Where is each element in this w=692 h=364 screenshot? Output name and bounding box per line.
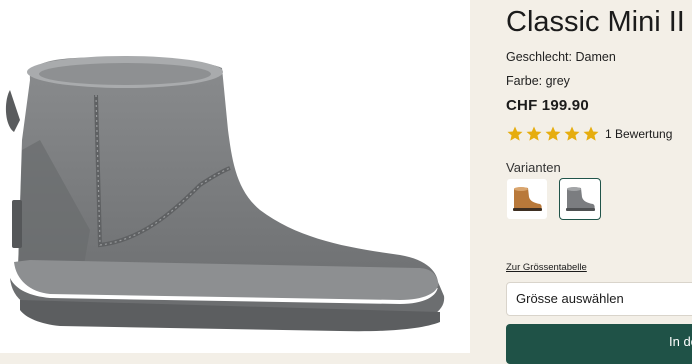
product-info-panel: Classic Mini II Geschlecht: Damen Farbe:… (470, 0, 692, 364)
boot-image (5, 56, 445, 332)
rating-count[interactable]: 1 Bewertung (605, 127, 672, 141)
product-price: CHF 199.90 (506, 97, 589, 114)
star-icon (526, 126, 542, 141)
product-color: Farbe: grey (506, 74, 570, 88)
size-chart-link[interactable]: Zur Grössentabelle (506, 262, 587, 273)
star-icon (564, 126, 580, 141)
rating[interactable]: 1 Bewertung (506, 123, 672, 145)
product-image[interactable] (0, 0, 470, 353)
variant-chestnut[interactable] (506, 178, 548, 220)
star-icon (507, 126, 523, 141)
product-gender: Geschlecht: Damen (506, 50, 616, 64)
star-icon (545, 126, 561, 141)
star-icon (583, 126, 599, 141)
size-select[interactable]: Grösse auswählen (506, 282, 692, 316)
boot-thumbnail-icon (566, 187, 595, 211)
product-title: Classic Mini II (506, 6, 685, 38)
variant-grey[interactable] (559, 178, 601, 220)
variants-label: Varianten (506, 160, 561, 175)
boot-thumbnail-icon (513, 187, 542, 211)
rating-stars (506, 125, 600, 143)
add-to-cart-button[interactable]: In de (506, 324, 692, 364)
